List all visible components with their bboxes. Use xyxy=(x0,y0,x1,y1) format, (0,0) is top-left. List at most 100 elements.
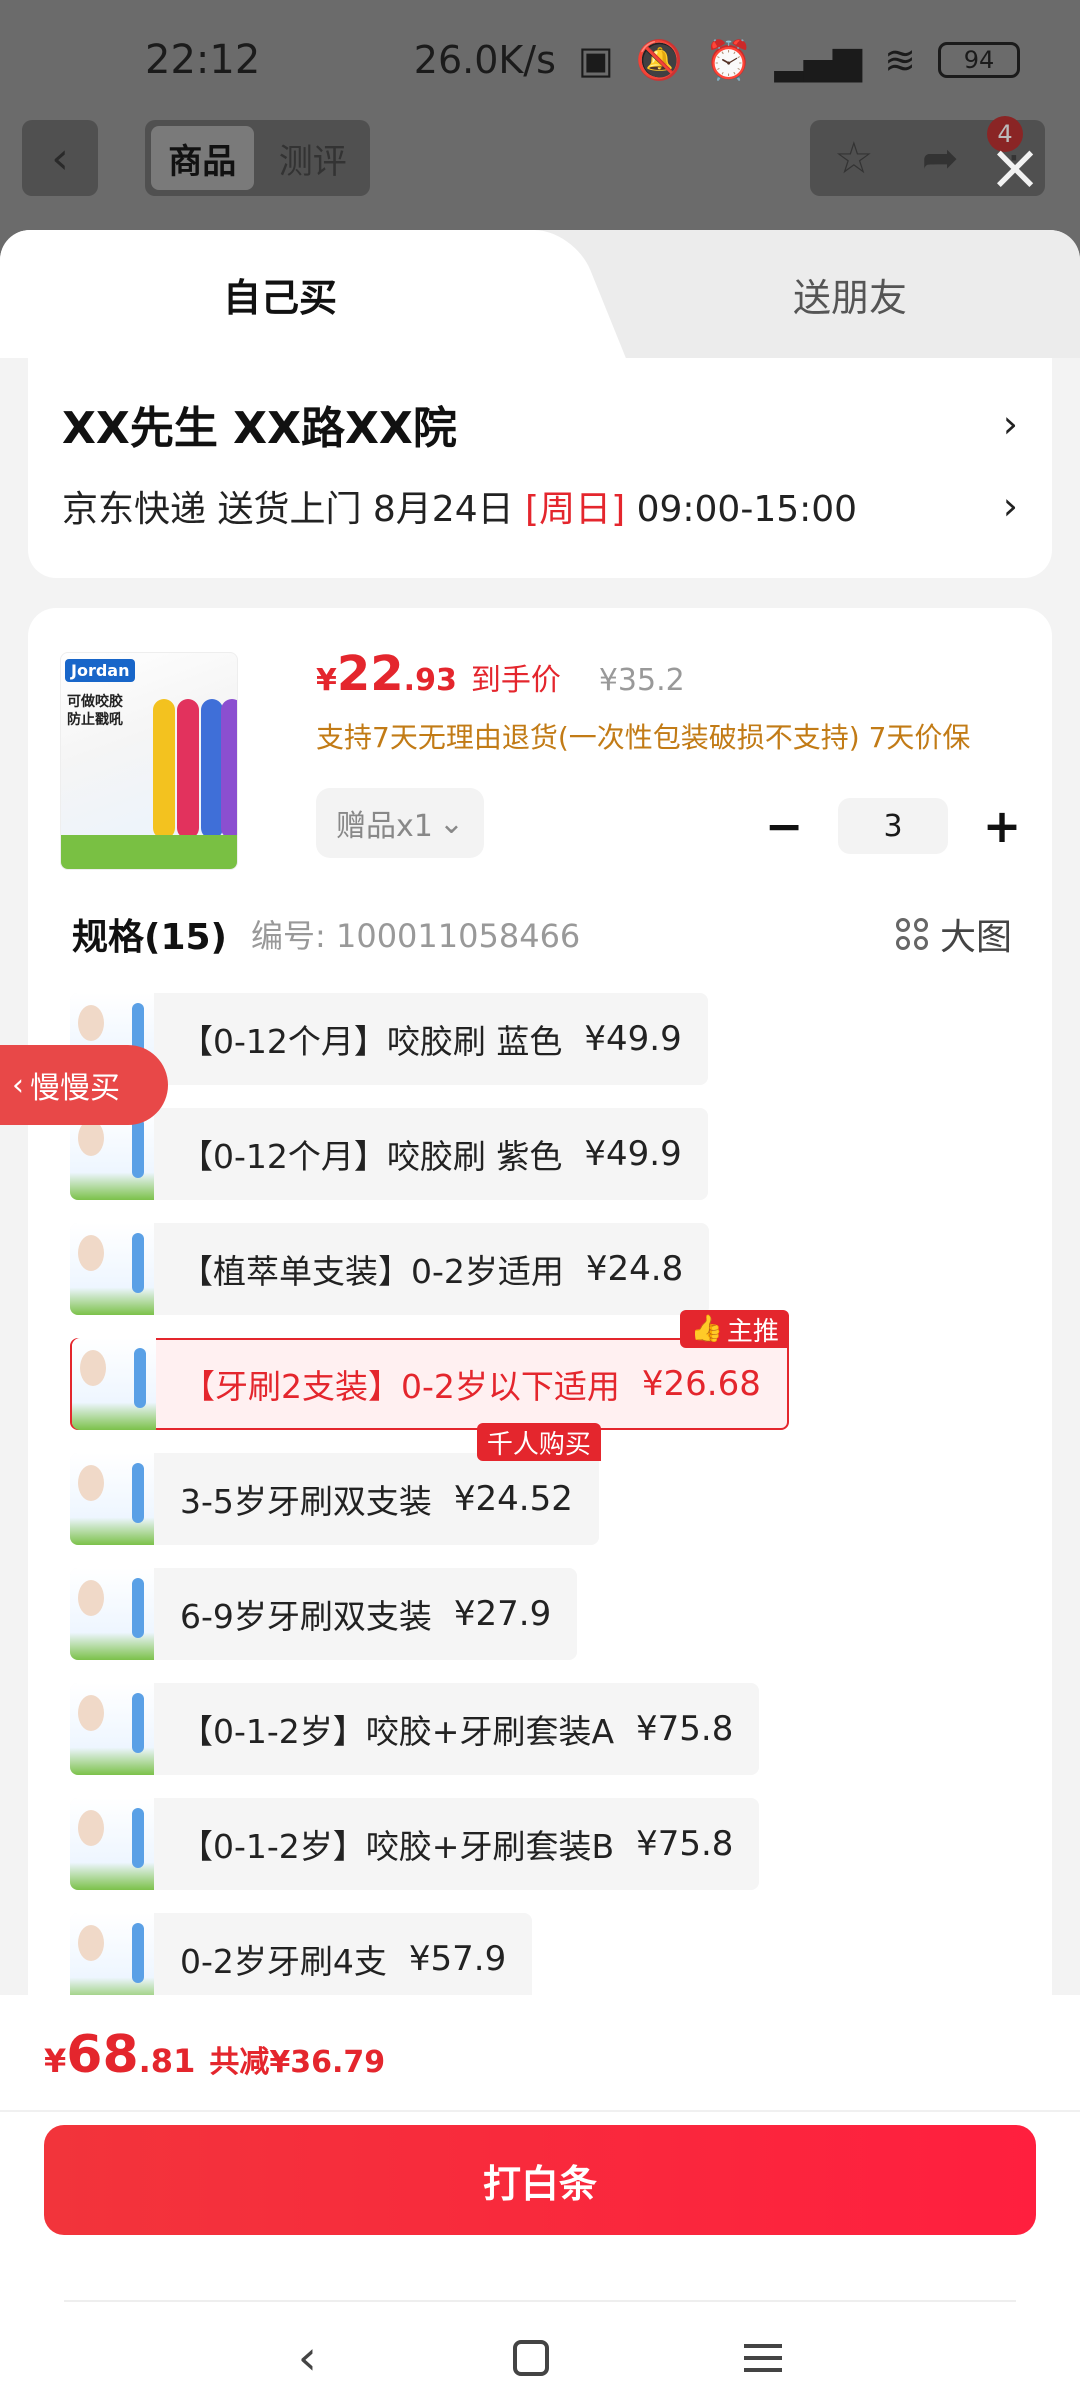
quantity-input[interactable]: 3 xyxy=(838,798,948,854)
final-price: ¥22.93 xyxy=(316,646,457,702)
price-line: ¥22.93 到手价 ¥35.2 xyxy=(316,646,685,702)
slow-buy-tab[interactable]: ‹ 慢慢买 xyxy=(0,1045,168,1125)
nav-home-icon[interactable] xyxy=(512,2339,549,2376)
mute-icon: 🔕 xyxy=(635,37,684,82)
plus-button[interactable]: + xyxy=(982,799,1022,853)
address-name: XX先生 XX路XX院 xyxy=(62,403,457,454)
gift-label: 赠品x1 xyxy=(336,809,433,844)
spec-price: ¥57.9 xyxy=(408,1939,507,1979)
toothbrush-shape xyxy=(153,699,175,839)
nfc-icon: ▣ xyxy=(577,38,614,82)
chevron-right-icon: › xyxy=(1002,402,1018,446)
price-tag: 到手价 xyxy=(470,663,561,698)
spec-option[interactable]: 【植萃单支装】0-2岁适用 ¥24.8 xyxy=(70,1223,710,1315)
spec-option[interactable]: 6-9岁牙刷双支装 ¥27.9 xyxy=(70,1568,578,1660)
spec-label: 【0-12个月】咬胶刷 蓝色 xyxy=(180,1022,563,1061)
toothbrush-shape xyxy=(177,699,199,839)
spec-thumbnail xyxy=(70,1453,154,1545)
gift-selector[interactable]: 赠品x1 ⌄ xyxy=(316,788,484,858)
delivery-prefix: 京东快递 送货上门 8月24日 xyxy=(62,489,526,530)
total-integer: 68 xyxy=(66,2025,139,2085)
tab-self-buy[interactable]: 自己买 xyxy=(0,230,560,358)
big-view-label: 大图 xyxy=(939,917,1012,958)
total-decimal: .81 xyxy=(138,2042,196,2080)
spec-price: ¥26.68 xyxy=(641,1364,761,1404)
close-icon[interactable]: × xyxy=(985,136,1045,200)
product-image-band xyxy=(61,835,237,869)
address-card[interactable]: XX先生 XX路XX院 › 京东快递 送货上门 8月24日 [周日] 09:00… xyxy=(28,358,1052,578)
spec-option[interactable]: 【0-12个月】咬胶刷 紫色 ¥49.9 xyxy=(70,1108,708,1200)
spec-label: 【植萃单支装】0-2岁适用 xyxy=(180,1252,564,1291)
minus-button[interactable]: − xyxy=(764,799,804,853)
thumbs-up-icon: 👍 xyxy=(690,1314,723,1344)
slow-buy-label: 慢慢买 xyxy=(30,1071,120,1106)
spec-price: ¥75.8 xyxy=(636,1824,734,1864)
spec-price: ¥75.8 xyxy=(636,1709,734,1749)
spec-label: 【0-1-2岁】咬胶+牙刷套装B xyxy=(180,1827,615,1866)
tab-product: 商品 xyxy=(151,126,254,190)
wifi-icon: ≋ xyxy=(884,38,916,82)
status-time: 22:12 xyxy=(145,37,261,83)
original-price: ¥35.2 xyxy=(598,663,685,698)
toothbrush-shape xyxy=(201,699,223,839)
spec-price: ¥27.9 xyxy=(453,1594,552,1634)
spec-option[interactable]: 0-2岁牙刷4支 ¥57.9 xyxy=(70,1913,533,2005)
spec-price: ¥24.52 xyxy=(453,1479,573,1519)
bg-tabs: 商品 测评 xyxy=(145,120,370,196)
spec-thumbnail xyxy=(70,1683,154,1775)
net-speed: 26.0K/s xyxy=(413,38,556,82)
spec-title: 规格(15) xyxy=(72,917,228,958)
star-icon: ☆ xyxy=(834,132,874,184)
spec-option[interactable]: 【0-1-2岁】咬胶+牙刷套装A ¥75.8 xyxy=(70,1683,760,1775)
spec-thumbnail xyxy=(70,1798,154,1890)
spec-label: 6-9岁牙刷双支装 xyxy=(180,1597,432,1636)
battery-icon: 94 xyxy=(938,42,1020,78)
product-image[interactable]: Jordan 可做咬胶 防止戳吼 xyxy=(60,652,238,870)
tab-review: 测评 xyxy=(278,141,347,182)
chevron-right-icon: › xyxy=(1002,484,1018,528)
delivery-info: 京东快递 送货上门 8月24日 [周日] 09:00-15:00 xyxy=(62,480,857,532)
spec-thumbnail xyxy=(70,1568,154,1660)
spec-price: ¥49.9 xyxy=(584,1019,682,1059)
support-policy: 支持7天无理由退货(一次性包装破损不支持) 7天价保 xyxy=(316,721,971,754)
purchase-sheet: 自己买 送朋友 XX先生 XX路XX院 › 京东快递 送货上门 8月24日 [周… xyxy=(0,230,1080,2400)
spec-label: 3-5岁牙刷双支装 xyxy=(180,1482,432,1521)
quantity-stepper: − 3 + xyxy=(764,798,1022,854)
price-integer: 22 xyxy=(336,646,404,702)
spec-thumbnail xyxy=(70,1913,154,2005)
spec-label: 【0-1-2岁】咬胶+牙刷套装A xyxy=(180,1712,615,1751)
spec-option[interactable]: 【0-1-2岁】咬胶+牙刷套装B ¥75.8 xyxy=(70,1798,760,1890)
spec-thumbnail xyxy=(72,1338,156,1430)
tab-send-friend[interactable]: 送朋友 xyxy=(620,230,1080,358)
delivery-time: 09:00-15:00 xyxy=(625,489,858,530)
product-brand: Jordan xyxy=(65,659,136,682)
delivery-day: [周日] xyxy=(525,489,626,530)
pay-button[interactable]: 打白条 xyxy=(44,2125,1036,2235)
product-card: Jordan 可做咬胶 防止戳吼 ¥22.93 到手价 ¥35.2 支持7天无理… xyxy=(28,608,1052,2038)
total-price: ¥68.81 共减¥36.79 xyxy=(44,2025,385,2085)
spec-price: ¥24.8 xyxy=(585,1249,684,1289)
chevron-left-icon: ‹ xyxy=(12,1067,24,1103)
badge-label: 主推 xyxy=(726,1316,779,1347)
address-row[interactable]: XX先生 XX路XX院 › xyxy=(62,392,1018,456)
nav-back-icon[interactable]: ‹ xyxy=(298,2330,317,2386)
spec-header: 规格(15) 编号: 100011058466 大图 xyxy=(72,908,1012,960)
spec-code: 编号: 100011058466 xyxy=(251,917,581,955)
delivery-row[interactable]: 京东快递 送货上门 8月24日 [周日] 09:00-15:00 › xyxy=(62,480,1018,532)
price-currency: ¥ xyxy=(316,663,337,698)
spec-label: 0-2岁牙刷4支 xyxy=(180,1942,387,1981)
signal-icon: ▂▄▆ xyxy=(774,38,863,82)
spec-thumbnail xyxy=(70,1223,154,1315)
spec-option-selected[interactable]: 【牙刷2支装】0-2岁以下适用 ¥26.68 👍 主推 xyxy=(70,1310,789,1430)
alarm-icon: ⏰ xyxy=(705,37,753,82)
spec-option[interactable]: 3-5岁牙刷双支装 ¥24.52 千人购买 xyxy=(70,1423,601,1545)
spec-price: ¥49.9 xyxy=(584,1134,682,1174)
checkout-footer: ¥68.81 共减¥36.79 打白条 ‹ xyxy=(0,1995,1080,2400)
divider xyxy=(0,2110,1080,2112)
chevron-down-icon: ⌄ xyxy=(438,805,464,841)
nav-menu-icon[interactable] xyxy=(744,2343,783,2372)
divider xyxy=(64,2300,1016,2302)
big-view-button[interactable]: 大图 xyxy=(895,908,1012,960)
spec-label: 【0-12个月】咬胶刷 紫色 xyxy=(180,1137,563,1176)
status-icons: 26.0K/s ▣ 🔕 ⏰ ▂▄▆ ≋ 94 xyxy=(414,38,1020,83)
